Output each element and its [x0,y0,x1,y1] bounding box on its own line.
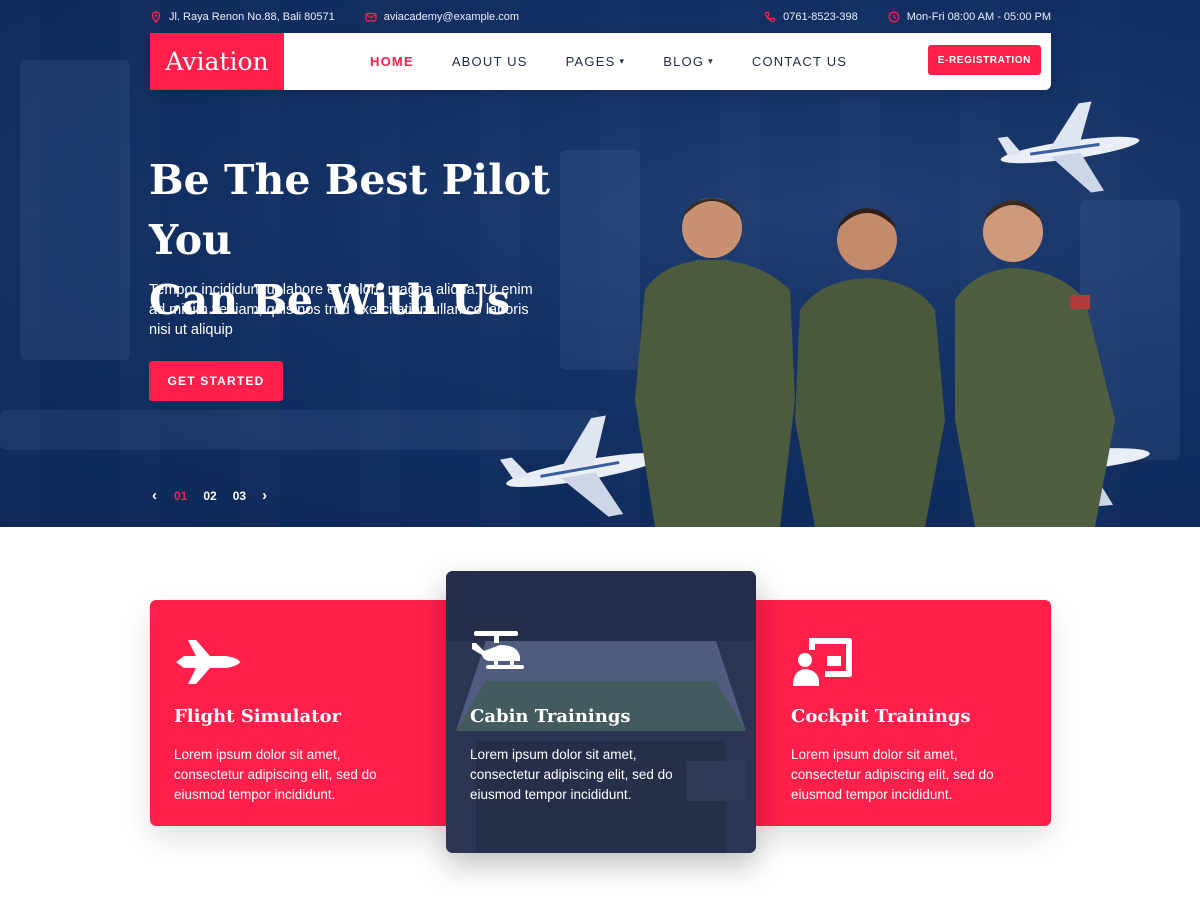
nav-item-pages[interactable]: PAGES ▾ [566,54,626,69]
main-navbar: Aviation HOME ABOUT US PAGES ▾ BLOG ▾ CONT… [150,33,1051,90]
nav-item-label: HOME [370,54,414,69]
helicopter-icon [472,631,524,669]
slide-indicator[interactable]: 03 [233,489,246,503]
pilot-figure [635,198,795,527]
service-title: Cockpit Trainings [791,706,971,727]
chevron-right-icon[interactable]: › [262,487,276,504]
service-text: Lorem ipsum dolor sit amet, consectetur … [791,747,994,802]
phone-info[interactable]: 0761-8523-398 [764,11,858,23]
chevron-left-icon[interactable]: ‹ [152,487,166,504]
hero-description: Tempor incididunt ut labore et dolore ma… [149,282,533,338]
service-text: Lorem ipsum dolor sit amet, consectetur … [470,747,673,802]
pilot-figure [795,208,945,527]
address-info: Jl. Raya Renon No.88, Bali 80571 [150,11,335,23]
service-card-cabin-trainings[interactable]: Cabin Trainings Lorem ipsum dolor sit am… [446,571,756,853]
e-registration-button[interactable]: E-REGISTRATION [927,45,1041,75]
nav-item-label: CONTACT US [751,54,848,69]
chevron-down-icon: ▾ [619,56,626,66]
email-text[interactable]: aviacademy@example.com [384,11,519,23]
nav-item-label: BLOG [663,54,705,69]
email-info[interactable]: aviacademy@example.com [365,11,519,23]
nav-links: HOME ABOUT US PAGES ▾ BLOG ▾ CONTACT US [370,54,885,69]
address-text: Jl. Raya Renon No.88, Bali 80571 [169,10,335,23]
nav-item-home[interactable]: HOME [370,54,414,69]
hero-section: Jl. Raya Renon No.88, Bali 80571 aviacad… [0,0,1200,527]
phone-text[interactable]: 0761-8523-398 [783,11,858,23]
service-card-cockpit-trainings[interactable]: Cockpit Trainings Lorem ipsum dolor sit … [750,600,1051,826]
slide-indicator[interactable]: 01 [174,489,187,503]
hero-title-line1: Be The Best Pilot You [149,156,550,264]
fighter-jet-icon [176,640,240,684]
site-logo[interactable]: Aviation [150,33,284,90]
mail-icon [365,12,377,22]
nav-item-label: ABOUT US [451,54,528,69]
service-card-flight-simulator[interactable]: Flight Simulator Lorem ipsum dolor sit a… [150,600,450,826]
pilots-with-airplanes-image [499,101,1150,527]
pilot-figure [955,200,1115,527]
nav-item-blog[interactable]: BLOG ▾ [663,54,714,69]
get-started-button[interactable]: GET STARTED [149,361,283,401]
service-title: Cabin Trainings [470,706,631,727]
hours-info: Mon-Fri 08:00 AM - 05:00 PM [888,11,1051,23]
hours-text: Mon-Fri 08:00 AM - 05:00 PM [906,10,1051,23]
service-text: Lorem ipsum dolor sit amet, consectetur … [174,747,377,802]
nav-item-about[interactable]: ABOUT US [452,54,528,69]
slider-navigation: ‹ 01 02 03 › [152,487,276,504]
clock-icon [888,11,900,22]
phone-icon [764,11,776,22]
slide-indicator[interactable]: 02 [203,489,216,503]
location-pin-icon [151,10,161,23]
service-title: Flight Simulator [174,706,341,727]
nav-item-label: PAGES [565,54,616,69]
chevron-down-icon: ▾ [708,56,714,66]
presentation-icon [793,638,852,686]
nav-item-contact[interactable]: CONTACT US [752,54,847,69]
airplane-image [997,101,1140,193]
top-info-bar: Jl. Raya Renon No.88, Bali 80571 aviacad… [150,0,1051,33]
